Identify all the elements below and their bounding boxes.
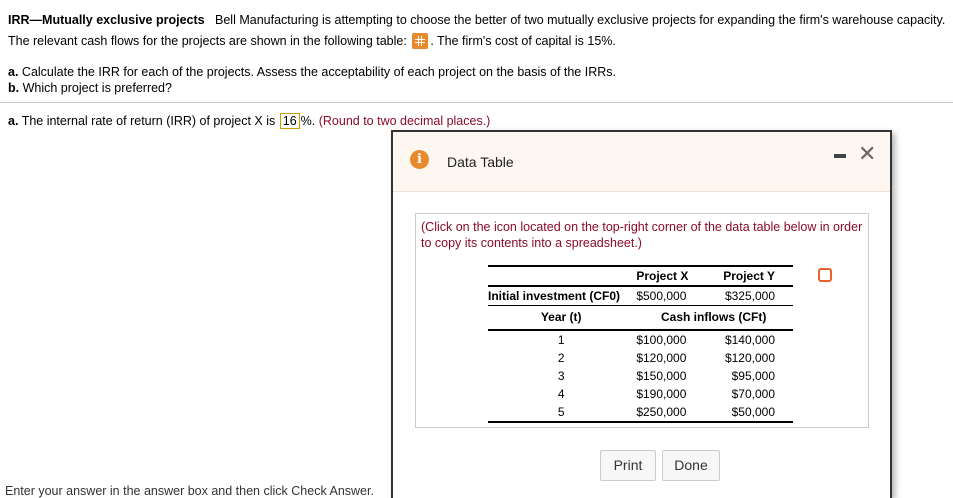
initial-label-text: Initial investment (CF0) [488,289,621,303]
close-icon[interactable]: ✕ [858,144,876,166]
initial-y: $325,000 [724,289,775,303]
initial-x: $500,000 [636,289,687,303]
answer-suffix: %. [300,114,316,128]
data-table-panel: (Click on the icon located on the top-ri… [415,213,869,428]
subheader-row: Year (t) Cash inflows (CFt) [488,306,793,330]
answer-line: a. The internal rate of return (IRR) of … [8,113,490,129]
y-cell: $120,000 [724,350,775,365]
header-project-y: Project Y [723,269,775,283]
copy-note: (Click on the icon located on the top-ri… [421,220,863,250]
year-cell: 4 [557,386,565,401]
cash-inflows-label: Cash inflows (CFt) [661,310,767,325]
dialog-title: Data Table [447,154,514,170]
year-cell: 3 [557,368,565,383]
y-cell: $140,000 [724,332,775,347]
table-icon[interactable] [412,33,429,49]
year-cell: 2 [557,350,565,365]
initial-label: Initial investment (CF0) [488,286,634,306]
part-a-label: a. [8,65,19,79]
table-row: 2 $120,000 $120,000 [488,349,793,367]
question-body-2: . The firm's cost of capital is 15%. [430,34,616,48]
y-cell: $70,000 [731,386,775,401]
question-parts: a. Calculate the IRR for each of the pro… [8,64,616,96]
dialog-header: i Data Table ✕ [393,132,890,192]
x-cell: $190,000 [636,386,687,401]
x-cell: $250,000 [636,404,687,419]
minimize-button[interactable] [834,154,846,158]
part-b-text: Which project is preferred? [22,81,172,95]
answer-hint: (Round to two decimal places.) [318,114,491,128]
table-row: 5 $250,000 $50,000 [488,403,793,422]
header-row: Project X Project Y [488,266,793,286]
table-row: 3 $150,000 $95,000 [488,367,793,385]
question-text: IRR—Mutually exclusive projects Bell Man… [8,10,948,52]
question-title: IRR—Mutually exclusive projects [8,13,205,27]
x-cell: $150,000 [636,368,687,383]
table-row: 4 $190,000 $70,000 [488,385,793,403]
x-cell: $100,000 [636,332,687,347]
initial-row: Initial investment (CF0) $500,000 $325,0… [488,286,793,306]
copy-to-spreadsheet-icon[interactable] [818,268,832,282]
y-cell: $50,000 [731,404,775,419]
header-project-x: Project X [636,269,689,283]
irr-x-input[interactable]: 16 [279,113,300,129]
answer-label: a. [8,114,19,128]
x-cell: $120,000 [636,350,687,365]
table-row: 1 $100,000 $140,000 [488,330,793,349]
print-button[interactable]: Print [600,450,656,481]
y-cell: $95,000 [731,368,775,383]
info-icon: i [410,150,429,169]
divider [0,102,953,103]
part-b-label: b. [8,81,20,95]
answer-prompt: The internal rate of return (IRR) of pro… [21,114,276,128]
part-a-text: Calculate the IRR for each of the projec… [21,65,616,79]
year-cell: 5 [557,404,565,419]
cash-flow-table: Project X Project Y Initial investment (… [488,265,793,423]
done-button[interactable]: Done [662,450,720,481]
year-cell: 1 [557,332,565,347]
year-label: Year (t) [540,310,582,325]
data-table-dialog: i Data Table ✕ (Click on the icon locate… [391,130,892,498]
